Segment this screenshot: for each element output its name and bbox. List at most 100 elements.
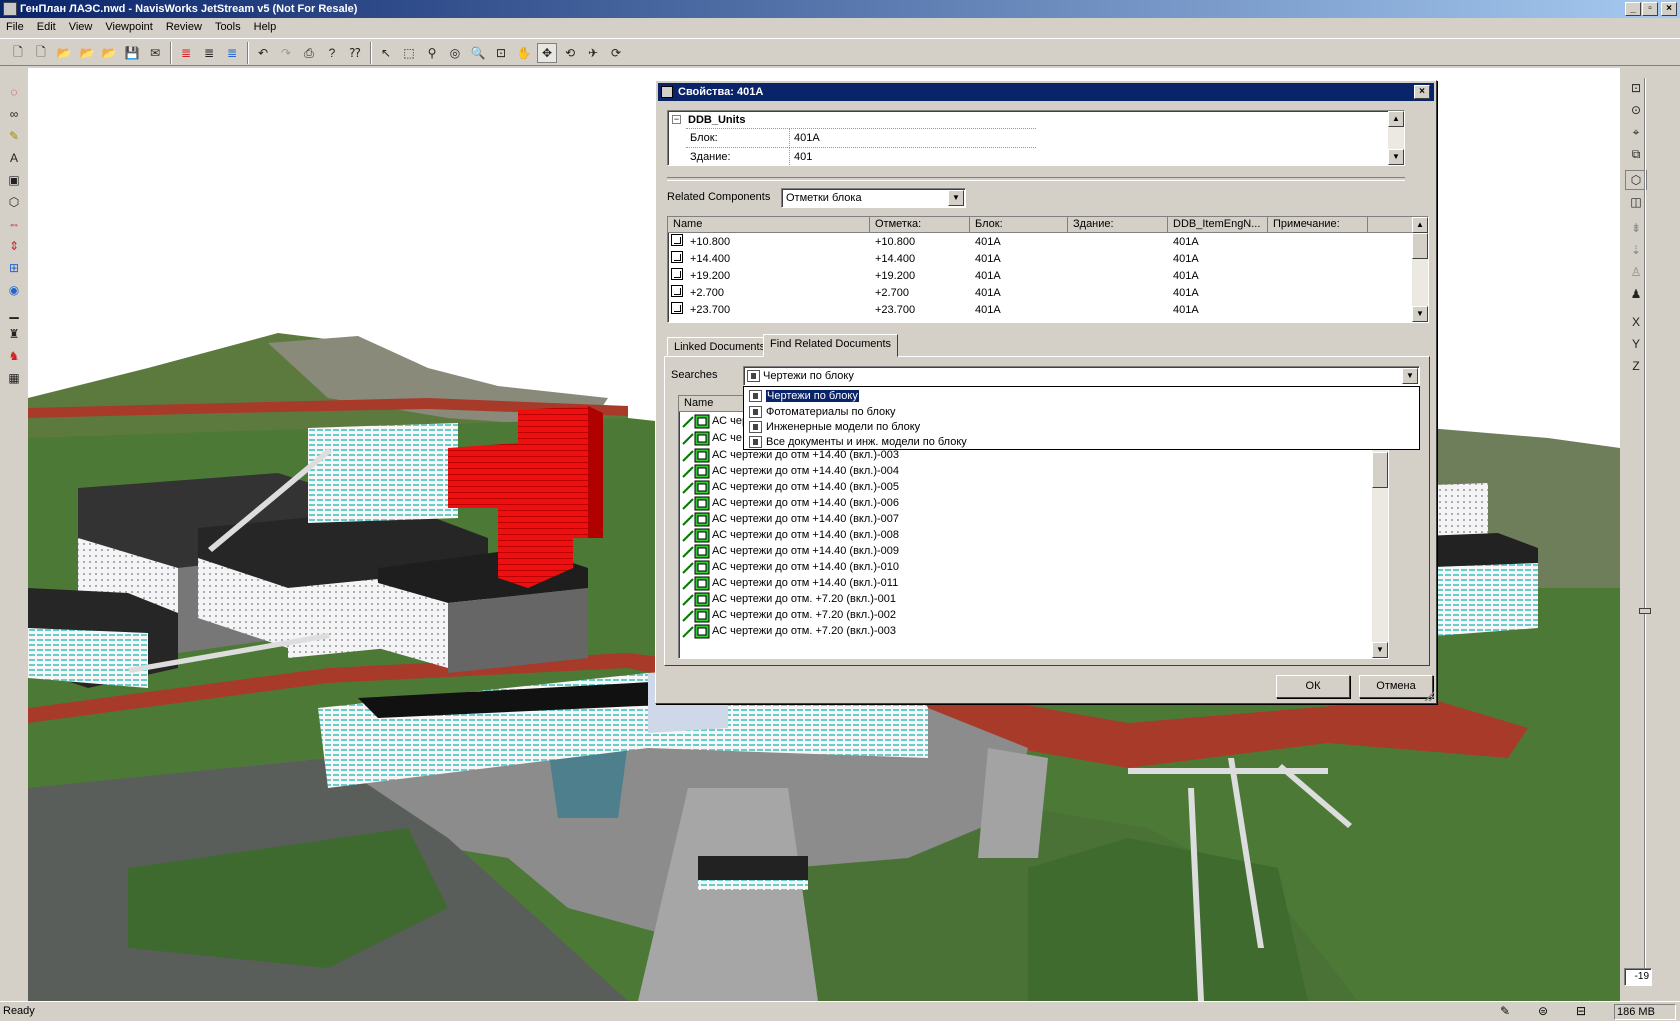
property-grid-scrollbar[interactable]: ▲ ▼ <box>1388 111 1404 165</box>
speed-slider-track[interactable] <box>1644 78 1646 978</box>
comment-icon[interactable]: ✎ <box>3 126 25 146</box>
list-item[interactable]: АС чертежи до отм. +7.20 (вкл.)-002 <box>679 607 1379 624</box>
dimension-icon[interactable]: ⇔ <box>3 214 25 234</box>
scroll-down-icon[interactable]: ▼ <box>1412 306 1428 322</box>
sphere-icon[interactable]: ◉ <box>3 280 25 300</box>
dialog-titlebar[interactable]: Свойства: 401А × <box>658 83 1434 101</box>
zoom-box-icon[interactable]: ⊡ <box>491 43 511 63</box>
table-icon[interactable]: ▦ <box>3 368 25 388</box>
turntable-icon[interactable]: ⟳ <box>606 43 626 63</box>
table-row[interactable]: +23.700 +23.700 401А 401А <box>668 302 1413 319</box>
list-item[interactable]: АС чертежи до отм +14.40 (вкл.)-011 <box>679 575 1379 592</box>
column-header[interactable]: Примечание: <box>1268 217 1368 233</box>
hierarchy-icon[interactable]: ♜ <box>3 324 25 344</box>
redline-icon[interactable]: ◌ <box>3 82 25 102</box>
minimize-button[interactable]: _ <box>1625 2 1641 16</box>
new-file-icon[interactable]: 🗋 <box>8 43 28 63</box>
list-item[interactable]: АС чертежи до отм +14.40 (вкл.)-009 <box>679 543 1379 560</box>
menu-file[interactable]: File <box>0 18 31 33</box>
email-icon[interactable]: ✉ <box>145 43 165 63</box>
context-help-icon[interactable]: ⁇ <box>345 43 365 63</box>
restore-button[interactable]: ▫ <box>1642 2 1658 16</box>
examine-icon[interactable]: ⟲ <box>560 43 580 63</box>
print-icon[interactable]: ⎙ <box>299 43 319 63</box>
list-item[interactable]: АС чертежи до отм. +7.20 (вкл.)-001 <box>679 591 1379 608</box>
scroll-thumb[interactable] <box>1372 452 1388 488</box>
table-row[interactable]: +14.400 +14.400 401А 401А <box>668 251 1413 268</box>
menu-view[interactable]: View <box>63 18 100 33</box>
scroll-down-icon[interactable]: ▼ <box>1388 149 1404 165</box>
pan-icon[interactable]: ✋ <box>514 43 534 63</box>
dropdown-arrow-icon[interactable]: ▼ <box>1402 368 1418 384</box>
column-header[interactable]: DDB_ItemEngN... <box>1168 217 1268 233</box>
select-icon[interactable]: ↖ <box>376 43 396 63</box>
list-item[interactable]: АС чертежи до отм +14.40 (вкл.)-008 <box>679 527 1379 544</box>
close-window-button[interactable]: × <box>1661 2 1677 16</box>
camera-icon[interactable]: ▣ <box>3 170 25 190</box>
column-header[interactable]: Здание: <box>1068 217 1168 233</box>
menu-edit[interactable]: Edit <box>31 18 63 33</box>
ruler-icon[interactable]: ▁ <box>3 302 25 322</box>
box-icon[interactable]: ⬡ <box>3 192 25 212</box>
resize-grip[interactable] <box>1424 691 1434 701</box>
table-row[interactable]: +19.200 +19.200 401А 401А <box>668 268 1413 285</box>
column-header[interactable]: Name <box>668 217 870 233</box>
undo-icon[interactable]: ↶ <box>253 43 273 63</box>
searches-combo[interactable]: Чертежи по блоку ▼ <box>743 366 1420 386</box>
dropdown-arrow-icon[interactable]: ▼ <box>948 190 964 206</box>
vertical-dimension-icon[interactable]: ⇕ <box>3 236 25 256</box>
tab-find-related-documents[interactable]: Find Related Documents <box>763 334 899 357</box>
dropdown-option[interactable]: Фотоматериалы по блоку <box>746 404 896 420</box>
open-icon[interactable]: 📂 <box>54 43 74 63</box>
column-header[interactable]: Блок: <box>970 217 1068 233</box>
collapse-toggle[interactable]: − <box>672 115 681 124</box>
menu-viewpoint[interactable]: Viewpoint <box>99 18 160 33</box>
dialog-close-button[interactable]: × <box>1414 85 1430 99</box>
list-item[interactable]: АС чертежи до отм +14.40 (вкл.)-005 <box>679 479 1379 496</box>
speed-slider-thumb[interactable] <box>1639 608 1651 614</box>
dropdown-option[interactable]: Инженерные модели по блоку <box>746 419 920 435</box>
property-grid[interactable]: − DDB_Units Блок: 401А Здание: 401 ▲ ▼ <box>667 110 1405 166</box>
measure-icon[interactable]: A <box>3 148 25 168</box>
list-item[interactable]: АС чертежи до отм +14.40 (вкл.)-007 <box>679 511 1379 528</box>
splitter[interactable] <box>667 177 1405 181</box>
menu-help[interactable]: Help <box>248 18 284 33</box>
link-icon[interactable]: ∞ <box>3 104 25 124</box>
menu-review[interactable]: Review <box>160 18 209 33</box>
table-row[interactable]: +2.700 +2.700 401А 401А <box>668 285 1413 302</box>
list-item[interactable]: АС чертежи до отм +14.40 (вкл.)-004 <box>679 463 1379 480</box>
cancel-button[interactable]: Отмена <box>1359 675 1433 698</box>
walk-icon[interactable]: ⚲ <box>422 43 442 63</box>
components-scrollbar[interactable]: ▲ ▼ <box>1412 217 1428 322</box>
list-item[interactable]: АС чертежи до отм. +7.20 (вкл.)-003 <box>679 623 1379 640</box>
stack-red-icon[interactable]: ≣ <box>176 43 196 63</box>
table-row[interactable]: +10.800 +10.800 401А 401А <box>668 234 1413 251</box>
fly-icon[interactable]: ✈ <box>583 43 603 63</box>
zoom-icon[interactable]: 🔍 <box>468 43 488 63</box>
property-row[interactable]: Здание: 401 <box>686 148 1036 165</box>
help-icon[interactable]: ? <box>322 43 342 63</box>
property-row[interactable]: Блок: 401А <box>686 129 1036 148</box>
menu-tools[interactable]: Tools <box>209 18 248 33</box>
append-icon[interactable]: 📂 <box>77 43 97 63</box>
select-box-icon[interactable]: ⬚ <box>399 43 419 63</box>
column-header-name[interactable]: Name <box>679 396 749 412</box>
scroll-thumb[interactable] <box>1412 233 1428 259</box>
dropdown-option[interactable]: Все документы и инж. модели по блоку <box>746 434 967 450</box>
look-around-icon[interactable]: ◎ <box>445 43 465 63</box>
save-icon[interactable]: 💾 <box>122 43 142 63</box>
column-header[interactable]: Отметка: <box>870 217 970 233</box>
scroll-down-icon[interactable]: ▼ <box>1372 642 1388 658</box>
orbit-icon[interactable]: ✥ <box>537 43 557 63</box>
dropdown-option[interactable]: Чертежи по блоку <box>746 388 860 404</box>
related-components-table[interactable]: Name Отметка: Блок: Здание: DDB_ItemEngN… <box>667 216 1429 323</box>
ok-button[interactable]: ОК <box>1276 675 1350 698</box>
window-titlebar[interactable]: ГенПлан ЛАЭС.nwd - NavisWorks JetStream … <box>0 0 1680 18</box>
scroll-up-icon[interactable]: ▲ <box>1412 217 1428 233</box>
merge-icon[interactable]: 📂 <box>99 43 119 63</box>
redo-icon[interactable]: ↷ <box>276 43 296 63</box>
related-components-combo[interactable]: Отметки блока ▼ <box>781 188 966 208</box>
tree-icon[interactable]: ⊞ <box>3 258 25 278</box>
clash-icon[interactable]: ♞ <box>3 346 25 366</box>
new-file-icon-2[interactable]: 🗋 <box>31 43 51 63</box>
